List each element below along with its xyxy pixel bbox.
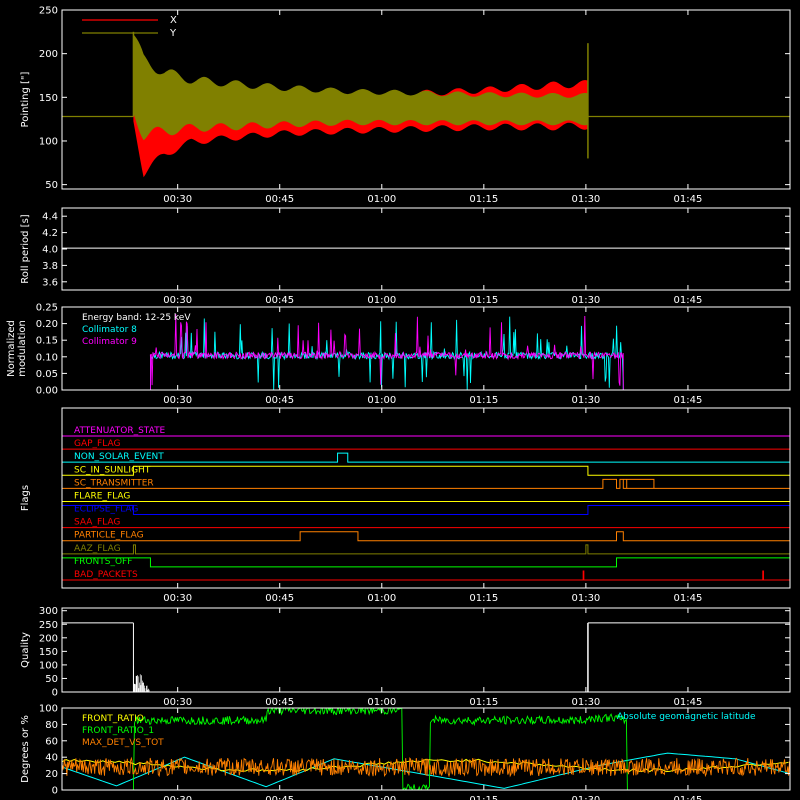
y-tick-label: 100 <box>39 136 58 147</box>
x-tick-label: 01:30 <box>571 395 600 406</box>
x-tick-label: 01:15 <box>469 295 498 306</box>
y-tick-label: 300 <box>39 606 58 617</box>
x-tick-label: 01:30 <box>571 194 600 205</box>
flag-label: AAZ_FLAG <box>74 544 121 554</box>
y-tick-label: 0.10 <box>36 352 58 363</box>
x-tick-label: 01:45 <box>674 593 703 604</box>
x-tick-label: 00:30 <box>163 795 192 800</box>
legend-entry: Collimator 9 <box>82 337 137 347</box>
flag-label: SC_TRANSMITTER <box>74 478 154 488</box>
flag-label: SC_IN_SUNLIGHT <box>74 465 151 475</box>
x-tick-label: 00:45 <box>265 795 294 800</box>
x-tick-label: 01:30 <box>571 295 600 306</box>
x-tick-label: 00:45 <box>265 194 294 205</box>
x-tick-label: 01:00 <box>367 194 396 205</box>
y-tick-label: 0.05 <box>36 369 58 380</box>
flag-label: SAA_FLAG <box>74 518 120 528</box>
y-tick-label: 60 <box>45 736 58 747</box>
x-tick-label: 00:30 <box>163 593 192 604</box>
y-tick-label: 3.6 <box>42 277 58 288</box>
y-tick-label: 40 <box>45 753 58 764</box>
x-tick-label: 01:45 <box>674 795 703 800</box>
x-tick-label: 01:45 <box>674 697 703 708</box>
flag-label: NON_SOLAR_EVENT <box>74 452 164 462</box>
x-tick-label: 01:00 <box>367 697 396 708</box>
legend-entry: Y <box>169 28 177 39</box>
y-tick-label: 250 <box>39 620 58 631</box>
y-tick-label: 200 <box>39 49 58 60</box>
flag-label: FLARE_FLAG <box>74 491 130 501</box>
y-tick-label: 0.00 <box>36 386 58 397</box>
geomagnetic-annotation: Absolute geomagnetic latitude <box>617 712 756 722</box>
y-tick-label: 100 <box>39 704 58 715</box>
y-tick-label: 0 <box>52 688 58 699</box>
y-tick-label: 50 <box>45 180 58 191</box>
x-tick-label: 01:15 <box>469 194 498 205</box>
y-tick-label: 4.4 <box>42 212 58 223</box>
flag-label: BAD_PACKETS <box>74 570 138 580</box>
y-axis-label: modulation <box>17 320 28 377</box>
x-tick-label: 01:00 <box>367 295 396 306</box>
y-tick-label: 50 <box>45 674 58 685</box>
x-tick-label: 00:30 <box>163 395 192 406</box>
y-tick-label: 4.2 <box>42 228 58 239</box>
x-tick-label: 01:15 <box>469 593 498 604</box>
x-tick-label: 01:00 <box>367 395 396 406</box>
y-tick-label: 150 <box>39 647 58 658</box>
y-axis-label: Roll period [s] <box>20 214 31 283</box>
x-tick-label: 00:45 <box>265 593 294 604</box>
x-tick-label: 01:30 <box>571 593 600 604</box>
flag-label: ECLIPSE_FLAG <box>74 505 138 515</box>
x-tick-label: 01:30 <box>571 795 600 800</box>
y-axis-label: Normalized <box>6 320 17 377</box>
legend-entry: Energy band: 12-25 keV <box>82 313 191 323</box>
x-tick-label: 00:30 <box>163 194 192 205</box>
legend-entry: MAX_DET_VS_TOT <box>82 738 164 748</box>
x-tick-label: 00:45 <box>265 395 294 406</box>
x-tick-label: 01:15 <box>469 795 498 800</box>
y-axis-label: Flags <box>20 485 31 511</box>
y-tick-label: 80 <box>45 720 58 731</box>
y-tick-label: 0.20 <box>36 319 58 330</box>
y-axis-label: Pointing ["] <box>20 71 31 127</box>
x-tick-label: 01:30 <box>571 697 600 708</box>
x-tick-label: 01:45 <box>674 194 703 205</box>
x-tick-label: 00:45 <box>265 295 294 306</box>
x-tick-label: 00:45 <box>265 697 294 708</box>
y-tick-label: 20 <box>45 769 58 780</box>
flag-label: GAP_FLAG <box>74 439 120 449</box>
y-tick-label: 0.15 <box>36 336 58 347</box>
flag-label: ATTENUATOR_STATE <box>74 426 166 436</box>
x-tick-label: 00:30 <box>163 295 192 306</box>
y-tick-label: 0.25 <box>36 303 58 314</box>
flag-label: FRONTS_OFF <box>74 557 132 567</box>
y-tick-label: 200 <box>39 633 58 644</box>
x-tick-label: 00:30 <box>163 697 192 708</box>
y-tick-label: 150 <box>39 93 58 104</box>
y-tick-label: 100 <box>39 660 58 671</box>
x-tick-label: 01:00 <box>367 795 396 800</box>
flag-label: PARTICLE_FLAG <box>74 531 144 541</box>
x-tick-label: 01:15 <box>469 697 498 708</box>
x-tick-label: 01:15 <box>469 395 498 406</box>
y-tick-label: 0 <box>52 786 58 797</box>
y-axis-label: Degrees or % <box>20 715 31 783</box>
legend-entry: Collimator 8 <box>82 325 137 335</box>
x-tick-label: 01:45 <box>674 395 703 406</box>
x-tick-label: 01:45 <box>674 295 703 306</box>
y-tick-label: 4.0 <box>42 245 58 256</box>
legend-entry: X <box>170 15 177 26</box>
x-tick-label: 01:00 <box>367 593 396 604</box>
y-tick-label: 3.8 <box>42 261 58 272</box>
legend-entry: FRONT_RATIO_1 <box>82 726 154 736</box>
figure: 00:30 00:45 01:00 01:15 01:30 01:45 50 100 150 20… <box>0 0 800 800</box>
y-axis-label: Quality <box>20 632 31 668</box>
legend-entry: FRONT_RATIO <box>82 714 144 724</box>
y-tick-label: 250 <box>39 6 58 17</box>
